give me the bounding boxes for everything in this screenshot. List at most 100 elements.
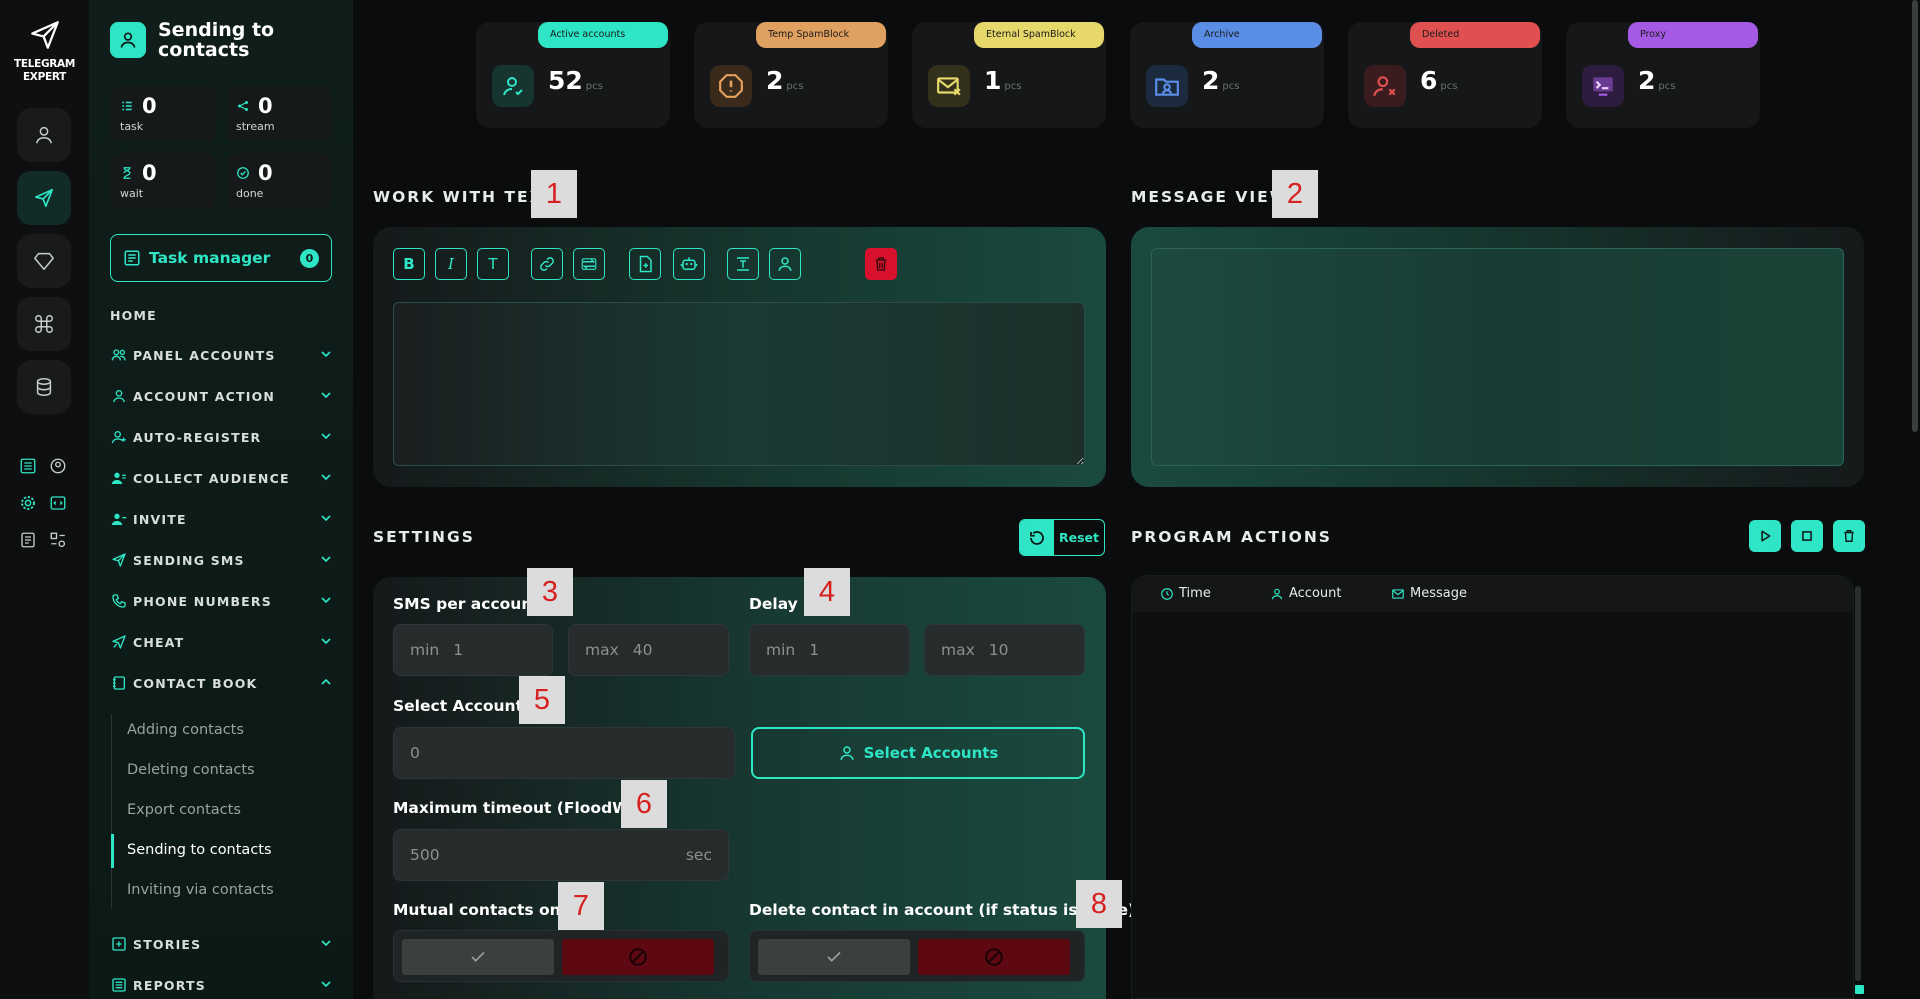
submenu-adding-contacts[interactable]: Adding contacts [127, 722, 244, 738]
submenu-sending-to-contacts[interactable]: Sending to contacts [127, 842, 272, 858]
rail-mini-code[interactable] [47, 492, 69, 514]
delete-contact-toggle [749, 930, 1085, 982]
message-textarea[interactable] [393, 302, 1085, 466]
stop-button[interactable] [1791, 520, 1823, 552]
nav-auto-register[interactable]: AUTO-REGISTER [110, 428, 334, 446]
submenu-inviting-via-contacts[interactable]: Inviting via contacts [127, 882, 274, 898]
file-plus-icon [639, 255, 652, 273]
nav-contact-book[interactable]: CONTACT BOOK [110, 674, 334, 692]
floodwait-timeout-label: Maximum timeout (FloodWait) [393, 799, 659, 817]
text-block-button[interactable] [727, 248, 759, 280]
card-label: Archive [1192, 22, 1322, 48]
resize-handle[interactable] [1855, 985, 1864, 994]
link-button[interactable] [531, 248, 563, 280]
card-deleted[interactable]: Deleted 6 pcs [1348, 22, 1542, 128]
card-proxy[interactable]: Proxy 2 pcs [1566, 22, 1760, 128]
card-label: Temp SpamBlock [756, 22, 886, 48]
submenu-active-indicator [111, 834, 114, 868]
log-col-time[interactable]: Time [1160, 586, 1211, 601]
task-manager-button[interactable]: Task manager 0 [110, 234, 332, 282]
nav-account-action[interactable]: ACCOUNT ACTION [110, 387, 334, 405]
nav-home-label: HOME [110, 308, 157, 323]
shapes-icon [50, 532, 66, 548]
rail-send-button[interactable] [17, 171, 71, 225]
brand-logo[interactable]: TELEGRAM EXPERT [0, 18, 89, 84]
icon-rail: TELEGRAM EXPERT [0, 0, 89, 999]
select-accounts-button[interactable]: Select Accounts [751, 727, 1085, 779]
bot-button[interactable] [673, 248, 705, 280]
card-archive[interactable]: Archive 2 pcs [1130, 22, 1324, 128]
submenu-deleting-contacts[interactable]: Deleting contacts [127, 762, 255, 778]
rail-database-button[interactable] [17, 360, 71, 414]
selected-accounts-count[interactable]: 0 [393, 727, 735, 779]
floodwait-timeout-input[interactable]: 500 sec [393, 829, 729, 881]
card-temp-spamblock[interactable]: Temp SpamBlock 2 pcs [694, 22, 888, 128]
clear-log-button[interactable] [1833, 520, 1865, 552]
profile-icon [50, 458, 66, 474]
delay-label: Delay [749, 595, 798, 613]
submenu-export-contacts[interactable]: Export contacts [127, 802, 241, 818]
delay-min-input[interactable]: min 1 [749, 624, 910, 676]
repeat-button[interactable] [573, 248, 605, 280]
marker-4: 4 [804, 568, 850, 616]
page-title: Sending to contacts [158, 19, 275, 61]
log-col-message[interactable]: Message [1391, 586, 1467, 601]
book-icon [110, 674, 128, 692]
card-active-accounts[interactable]: Active accounts 52 pcs [476, 22, 670, 128]
rail-premium-button[interactable] [17, 234, 71, 288]
command-icon [35, 315, 53, 333]
sms-max-input[interactable]: max 40 [568, 624, 729, 676]
nav-reports[interactable]: REPORTS [110, 976, 334, 994]
reset-button[interactable]: Reset [1019, 519, 1105, 556]
chevron-down-icon [321, 433, 331, 440]
invite-icon [110, 510, 128, 528]
start-button[interactable] [1749, 520, 1781, 552]
page-scrollbar[interactable] [1910, 0, 1920, 999]
nav-phone-numbers[interactable]: PHONE NUMBERS [110, 592, 334, 610]
user-mention-button[interactable] [769, 248, 801, 280]
check-icon [471, 951, 485, 962]
nav-sending-sms[interactable]: SENDING SMS [110, 551, 334, 569]
sms-min-input[interactable]: min 1 [393, 624, 553, 676]
nav-cheat[interactable]: CHEAT [110, 633, 334, 651]
nav-label: CHEAT [133, 634, 185, 650]
log-header: Time Account Message [1132, 576, 1853, 612]
add-file-button[interactable] [629, 248, 661, 280]
stat-stream: 0 stream [226, 86, 332, 142]
delete-contact-no-button[interactable] [918, 939, 1070, 975]
nav-home[interactable]: HOME [110, 308, 334, 323]
mutual-contacts-yes-button[interactable] [402, 939, 554, 975]
proxy-icon [1582, 65, 1624, 107]
italic-button[interactable]: I [435, 248, 467, 280]
nav-stories[interactable]: STORIES [110, 935, 334, 953]
text-format-button[interactable]: T [477, 248, 509, 280]
nav-collect-audience[interactable]: COLLECT AUDIENCE [110, 469, 334, 487]
rail-command-button[interactable] [17, 297, 71, 351]
log-col-account[interactable]: Account [1270, 586, 1342, 601]
nav-invite[interactable]: INVITE [110, 510, 334, 528]
card-label: Eternal SpamBlock [974, 22, 1104, 48]
stat-task-label: task [120, 120, 144, 133]
actions-log: Time Account Message [1131, 575, 1854, 999]
marker-6: 6 [621, 780, 667, 828]
log-scrollbar[interactable] [1855, 586, 1861, 981]
bold-button[interactable]: B [393, 248, 425, 280]
sidebar: Sending to contacts 0 task 0 stream 0 wa… [89, 0, 353, 999]
clear-text-button[interactable] [865, 248, 897, 280]
delay-max-input[interactable]: max 10 [924, 624, 1085, 676]
cheat-icon [110, 633, 128, 651]
telegram-logo-icon [30, 21, 59, 49]
rail-accounts-button[interactable] [17, 108, 71, 162]
rail-mini-settings[interactable] [17, 492, 39, 514]
page-scrollbar-thumb[interactable] [1912, 0, 1918, 432]
rail-mini-profile[interactable] [47, 455, 69, 477]
mutual-contacts-no-button[interactable] [562, 939, 714, 975]
rail-mini-shapes[interactable] [47, 529, 69, 551]
delete-contact-yes-button[interactable] [758, 939, 910, 975]
nav-label: INVITE [133, 511, 187, 527]
rail-mini-notes[interactable] [17, 529, 39, 551]
rail-mini-list[interactable] [17, 455, 39, 477]
warning-icon [710, 65, 752, 107]
card-eternal-spamblock[interactable]: Eternal SpamBlock 1 pcs [912, 22, 1106, 128]
nav-panel-accounts[interactable]: PANEL ACCOUNTS [110, 346, 334, 364]
